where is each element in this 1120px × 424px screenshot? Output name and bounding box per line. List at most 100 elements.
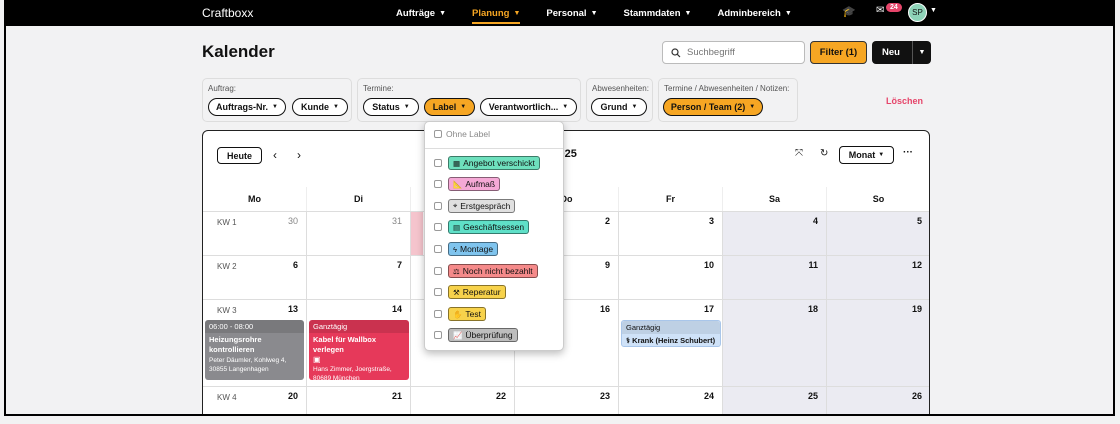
dropdown-option-erstgespraech[interactable]: ⌖ Erstgespräch	[434, 199, 516, 213]
day-cell[interactable]: 10	[619, 256, 723, 299]
checkbox[interactable]	[434, 245, 442, 253]
day-number: 13	[287, 304, 298, 314]
dropdown-option-none[interactable]: Ohne Label	[434, 129, 490, 139]
checkbox[interactable]	[434, 130, 442, 138]
nav-item-planung[interactable]: Planung ▼	[472, 3, 521, 24]
chevron-left-icon[interactable]: ‹	[273, 148, 277, 162]
filter-pill-auftrags-nr[interactable]: Auftrags-Nr. ▼	[208, 98, 286, 116]
filter-pill-person-team[interactable]: Person / Team (2) ▼	[663, 98, 763, 116]
brand-logo[interactable]: Craftboxx	[202, 6, 253, 20]
day-number: 5	[916, 216, 922, 226]
day-cell[interactable]: KW 2 6	[203, 256, 307, 299]
search-input[interactable]	[687, 47, 797, 58]
main-nav: Aufträge ▼ Planung ▼ Personal ▼ Stammdaten ▼…	[396, 0, 792, 26]
hand-icon: ✋	[453, 309, 463, 319]
day-cell[interactable]: 5	[827, 212, 929, 255]
dropdown-option-test[interactable]: ✋ Test	[434, 307, 486, 321]
day-number: 14	[391, 304, 402, 314]
new-button[interactable]: Neu ▼	[872, 41, 931, 64]
day-cell[interactable]: 11	[723, 256, 827, 299]
chevron-right-icon[interactable]: ›	[297, 148, 301, 162]
dropdown-option-ueberpruefung[interactable]: 📈 Überprüfung	[434, 328, 518, 342]
today-button[interactable]: Heute	[217, 147, 262, 164]
day-cell[interactable]: 26	[827, 387, 929, 414]
day-cell[interactable]: 31	[307, 212, 411, 255]
day-cell[interactable]: 7	[307, 256, 411, 299]
dropdown-option-noch-nicht-bezahlt[interactable]: ⚖ Noch nicht bezahlt	[434, 264, 538, 278]
day-cell[interactable]: KW 1 30	[203, 212, 307, 255]
ruler-icon: 📐	[453, 179, 463, 189]
filter-pill-status[interactable]: Status ▼	[363, 98, 419, 116]
day-cell[interactable]: 4	[723, 212, 827, 255]
day-cell[interactable]: 14 Ganztägig Kabel für Wallbox verlegen …	[307, 300, 411, 386]
day-cell[interactable]: KW 4 20	[203, 387, 307, 414]
chevron-down-icon[interactable]: ▼	[930, 7, 937, 14]
day-number: 6	[292, 260, 298, 270]
dropdown-option-reperatur[interactable]: ⚒ Reperatur	[434, 285, 506, 299]
clear-filters-link[interactable]: Löschen	[886, 96, 923, 106]
hammer-icon: ⚒	[453, 287, 460, 297]
avatar[interactable]: SP	[908, 3, 927, 22]
new-button-label[interactable]: Neu	[872, 47, 912, 58]
day-cell[interactable]: 21	[307, 387, 411, 414]
day-cell[interactable]: 3	[619, 212, 723, 255]
checkbox[interactable]	[434, 310, 442, 318]
day-cell[interactable]: 17 Ganztägig ⚕ Krank (Heinz Schubert)	[619, 300, 723, 386]
calendar-event[interactable]: Ganztägig ⚕ Krank (Heinz Schubert)	[621, 320, 721, 347]
day-number: 12	[911, 260, 922, 270]
calendar-event[interactable]: 06:00 - 08:00 Heizungsrohre kontrolliere…	[205, 320, 304, 380]
day-cell[interactable]: 18	[723, 300, 827, 386]
filter-pill-kunde[interactable]: Kunde ▼	[292, 98, 348, 116]
nav-item-stammdaten[interactable]: Stammdaten ▼	[624, 8, 692, 19]
calendar-week: KW 2 6 7 9 10 11 12	[203, 256, 929, 300]
graduation-cap-icon[interactable]: 🎓	[842, 5, 856, 18]
filter-button[interactable]: Filter (1)	[810, 41, 867, 64]
more-icon[interactable]: ···	[903, 147, 913, 158]
search-box[interactable]	[662, 41, 805, 64]
divider	[425, 148, 563, 149]
dropdown-option-geschaeftsessen[interactable]: ▤ Geschäftsessen	[434, 220, 530, 234]
dropdown-option-angebot-verschickt[interactable]: ▦ Angebot verschickt	[434, 156, 540, 170]
day-number: 26	[911, 391, 922, 401]
checkbox[interactable]	[434, 180, 442, 188]
event-time: Ganztägig	[309, 320, 409, 333]
filter-pill-label[interactable]: Label ▼	[424, 98, 475, 116]
checkbox[interactable]	[434, 159, 442, 167]
calendar-week: KW 3 13 06:00 - 08:00 Heizungsrohre kont…	[203, 300, 929, 387]
day-cell[interactable]: 22	[411, 387, 515, 414]
refresh-icon[interactable]: ↻	[820, 148, 828, 159]
label-tag: ▤ Geschäftsessen	[448, 220, 530, 234]
calendar-event[interactable]: Ganztägig Kabel für Wallbox verlegen ▣ H…	[309, 320, 409, 380]
nav-item-auftraege[interactable]: Aufträge ▼	[396, 8, 446, 19]
dropdown-option-aufmass[interactable]: 📐 Aufmaß	[434, 177, 501, 191]
day-cell[interactable]: 19	[827, 300, 929, 386]
day-cell[interactable]: 24	[619, 387, 723, 414]
dropdown-option-montage[interactable]: ϟ Montage	[434, 242, 499, 256]
collapse-icon[interactable]: ⤧	[795, 148, 803, 159]
day-number: 24	[703, 391, 714, 401]
checkbox[interactable]	[434, 288, 442, 296]
nav-item-adminbereich[interactable]: Adminbereich ▼	[717, 8, 791, 19]
notification-icon[interactable]: ✉	[876, 5, 884, 16]
label-tag: ✋ Test	[448, 307, 486, 321]
filter-pill-grund[interactable]: Grund ▼	[591, 98, 647, 116]
view-select[interactable]: Monat ▼	[839, 146, 894, 164]
day-cell[interactable]: KW 3 13 06:00 - 08:00 Heizungsrohre kont…	[203, 300, 307, 386]
filter-group-notizen: Termine / Abwesenheiten / Notizen: Perso…	[658, 78, 798, 122]
nav-item-personal[interactable]: Personal ▼	[546, 8, 597, 19]
checkbox[interactable]	[434, 267, 442, 275]
search-icon	[671, 47, 681, 57]
day-cell[interactable]: 23	[515, 387, 619, 414]
checkbox[interactable]	[434, 202, 442, 210]
filter-group-termine: Termine: Status ▼ Label ▼ Verantwortlich..…	[357, 78, 581, 122]
day-number: 2	[604, 216, 610, 226]
filter-pill-verantwortlich[interactable]: Verantwortlich... ▼	[480, 98, 577, 116]
day-cell[interactable]: 25	[723, 387, 827, 414]
day-number: 18	[807, 304, 818, 314]
filter-group-label: Termine:	[363, 84, 394, 93]
day-cell[interactable]: 12	[827, 256, 929, 299]
new-dropdown-toggle[interactable]: ▼	[912, 41, 931, 64]
checkbox[interactable]	[434, 331, 442, 339]
checkbox[interactable]	[434, 223, 442, 231]
day-number: 30	[287, 216, 298, 226]
